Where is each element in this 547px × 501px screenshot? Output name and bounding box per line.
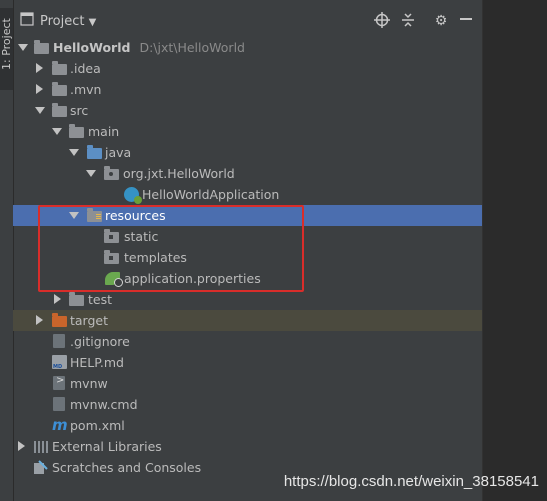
java-label: java — [105, 145, 132, 160]
folder-icon — [104, 250, 119, 264]
expand-arrow-icon[interactable] — [35, 107, 45, 114]
maven-icon: m — [52, 416, 68, 434]
script-file-icon — [53, 375, 65, 390]
mvnw-label: mvnw — [70, 376, 108, 391]
tree-row-main[interactable]: main — [13, 121, 482, 142]
collapse-arrow-icon[interactable] — [18, 441, 25, 451]
tree-row-target[interactable]: target — [13, 310, 482, 331]
editor-area — [482, 0, 547, 501]
package-icon — [104, 166, 119, 180]
tree-row-help[interactable]: HELP.md — [13, 352, 482, 373]
tree-row-java[interactable]: java — [13, 142, 482, 163]
tree-row-properties[interactable]: application.properties — [13, 268, 482, 289]
resources-label: resources — [105, 208, 166, 223]
project-toolbar: Project ▼ ⚙ — [13, 8, 482, 36]
resources-folder-icon — [87, 208, 102, 222]
project-tool-tab[interactable]: 1: Project — [0, 8, 13, 90]
external-libraries-label: External Libraries — [52, 439, 162, 454]
folder-icon — [52, 61, 67, 75]
tree-row-gitignore[interactable]: .gitignore — [13, 331, 482, 352]
mvnw-cmd-label: mvnw.cmd — [70, 397, 138, 412]
tree-row-resources[interactable]: resources — [13, 205, 482, 226]
file-icon — [53, 397, 65, 411]
hide-panel-icon[interactable] — [457, 12, 475, 30]
project-view-icon — [18, 12, 36, 30]
folder-icon — [69, 292, 84, 306]
properties-label: application.properties — [124, 271, 261, 286]
project-view-selector[interactable]: Project ▼ — [40, 14, 96, 29]
gitignore-label: .gitignore — [70, 334, 130, 349]
app-class-label: HelloWorldApplication — [142, 187, 280, 202]
folder-icon — [69, 124, 84, 138]
module-folder-icon — [34, 40, 49, 54]
folder-icon — [104, 229, 119, 243]
tree-row-idea[interactable]: .idea — [13, 58, 482, 79]
tree-row-templates[interactable]: templates — [13, 247, 482, 268]
spring-properties-icon — [105, 272, 123, 287]
expand-arrow-icon[interactable] — [86, 170, 96, 177]
collapse-arrow-icon[interactable] — [36, 84, 43, 94]
tree-row-pom[interactable]: m pom.xml — [13, 415, 482, 436]
collapse-all-icon[interactable] — [399, 12, 417, 30]
tree-row-app-class[interactable]: HelloWorldApplication — [13, 184, 482, 205]
help-label: HELP.md — [70, 355, 124, 370]
excluded-folder-icon — [52, 313, 67, 327]
pom-label: pom.xml — [70, 418, 125, 433]
target-label: target — [70, 313, 109, 328]
root-label: HelloWorld — [53, 40, 131, 55]
expand-arrow-icon[interactable] — [18, 44, 28, 51]
tree-row-mvnw-cmd[interactable]: mvnw.cmd — [13, 394, 482, 415]
test-label: test — [88, 292, 113, 307]
tree-row-root[interactable]: HelloWorld D:\jxt\HelloWorld — [13, 37, 482, 58]
collapse-arrow-icon[interactable] — [54, 294, 61, 304]
tree-row-external-libraries[interactable]: External Libraries — [13, 436, 482, 457]
tree-row-mvn[interactable]: .mvn — [13, 79, 482, 100]
folder-icon — [52, 82, 67, 96]
watermark: https://blog.csdn.net/weixin_38158541 — [283, 473, 539, 490]
tool-window-strip: 1: Project — [0, 0, 14, 501]
scratches-icon — [33, 460, 48, 475]
chevron-down-icon: ▼ — [88, 17, 97, 28]
package-label: org.jxt.HelloWorld — [123, 166, 235, 181]
libraries-icon — [34, 441, 49, 453]
scratches-label: Scratches and Consoles — [52, 460, 202, 475]
spring-boot-class-icon — [124, 187, 142, 204]
src-label: src — [70, 103, 89, 118]
idea-label: .idea — [70, 61, 101, 76]
tree-row-src[interactable]: src — [13, 100, 482, 121]
expand-arrow-icon[interactable] — [69, 212, 79, 219]
project-tool-tab-label: 1: Project — [0, 18, 13, 70]
file-icon — [53, 334, 65, 348]
folder-icon — [52, 103, 67, 117]
tree-row-package[interactable]: org.jxt.HelloWorld — [13, 163, 482, 184]
tree-row-static[interactable]: static — [13, 226, 482, 247]
main-label: main — [88, 124, 120, 139]
collapse-arrow-icon[interactable] — [36, 63, 43, 73]
root-path: D:\jxt\HelloWorld — [139, 40, 245, 55]
markdown-file-icon — [52, 355, 67, 370]
collapse-arrow-icon[interactable] — [36, 315, 43, 325]
locate-icon[interactable] — [373, 12, 391, 30]
expand-arrow-icon[interactable] — [52, 128, 62, 135]
tree-row-test[interactable]: test — [13, 289, 482, 310]
project-view-label: Project — [40, 14, 85, 29]
tree-row-mvnw[interactable]: mvnw — [13, 373, 482, 394]
mvn-label: .mvn — [70, 82, 102, 97]
expand-arrow-icon[interactable] — [69, 149, 79, 156]
gear-icon[interactable]: ⚙ — [432, 12, 450, 30]
source-folder-icon — [87, 145, 102, 159]
static-label: static — [124, 229, 159, 244]
templates-label: templates — [124, 250, 187, 265]
